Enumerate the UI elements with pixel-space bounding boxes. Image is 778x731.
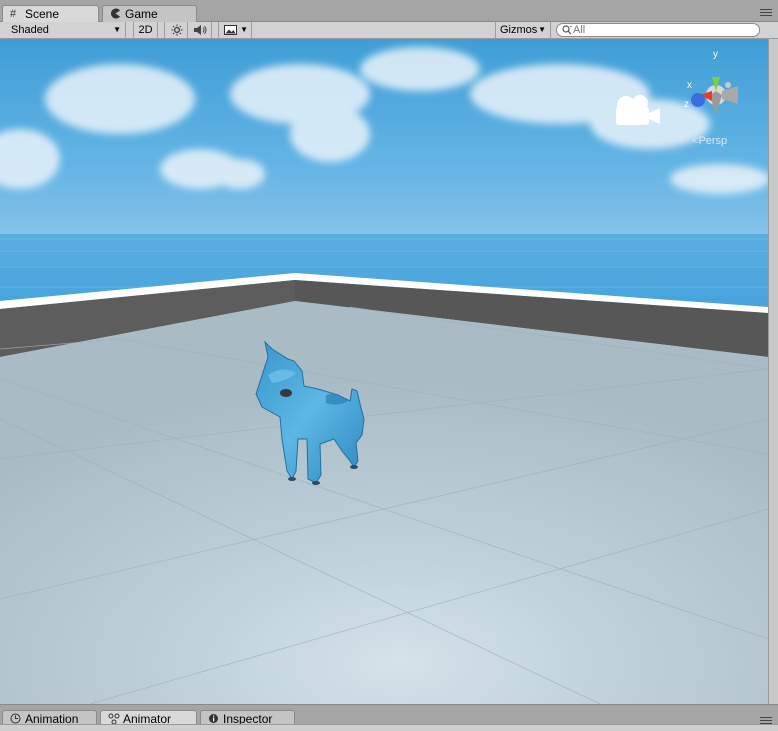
chevron-down-icon: ▼ bbox=[113, 25, 121, 34]
scene-effects-dropdown[interactable]: ▼ bbox=[218, 22, 252, 38]
scene-viewport[interactable]: y x z <Persp bbox=[0, 39, 768, 704]
gizmos-dropdown[interactable]: Gizmos ▼ bbox=[495, 22, 551, 38]
image-icon bbox=[224, 25, 237, 35]
tab-scene[interactable]: # Scene bbox=[2, 5, 99, 23]
sun-icon bbox=[171, 24, 183, 36]
floor bbox=[0, 301, 768, 704]
speaker-icon bbox=[194, 25, 207, 35]
chevron-down-icon: ▼ bbox=[240, 25, 248, 34]
projection-label[interactable]: <Persp bbox=[692, 135, 727, 147]
animator-toolbar bbox=[0, 724, 778, 731]
pacman-icon bbox=[110, 8, 122, 20]
scene-search-field[interactable] bbox=[556, 23, 760, 37]
shading-mode-label: Shaded bbox=[11, 24, 49, 36]
toggle-2d-button[interactable]: 2D bbox=[133, 22, 158, 38]
tab-game[interactable]: Game bbox=[102, 5, 197, 22]
axis-x-label: x bbox=[687, 80, 692, 91]
axis-y-label: y bbox=[713, 49, 718, 60]
tab-game-label: Game bbox=[125, 7, 158, 21]
shading-mode-dropdown[interactable]: Shaded ▼ bbox=[0, 22, 126, 38]
scene-tabbar: # Scene Game bbox=[0, 0, 778, 23]
search-input[interactable] bbox=[573, 24, 753, 36]
axis-z-label: z bbox=[684, 99, 689, 110]
grid-icon: # bbox=[10, 8, 17, 20]
inspector-edge-strip bbox=[768, 39, 778, 704]
chevron-down-icon: ▼ bbox=[538, 25, 546, 34]
toggle-2d-label: 2D bbox=[138, 24, 153, 36]
scene-toolbar: Shaded ▼ 2D ▼ Gizmos ▼ bbox=[0, 22, 778, 39]
scene-audio-button[interactable] bbox=[188, 22, 212, 38]
tab-scene-label: Scene bbox=[25, 7, 60, 21]
gizmos-label: Gizmos bbox=[500, 24, 538, 36]
scene-render: y x z <Persp bbox=[0, 39, 768, 704]
scene-lighting-button[interactable] bbox=[164, 22, 188, 38]
search-icon bbox=[561, 23, 573, 38]
panel-menu-icon[interactable] bbox=[760, 9, 772, 18]
